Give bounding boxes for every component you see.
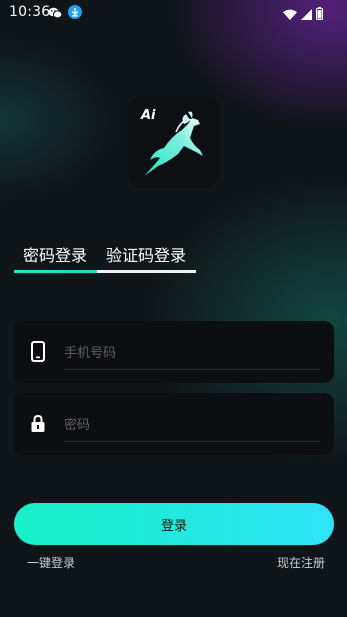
signal-icon: [301, 5, 312, 24]
wifi-icon: [283, 5, 297, 24]
status-bar: 10:36: [0, 0, 347, 24]
battery-icon: [316, 5, 323, 24]
one-click-login-link[interactable]: 一键登录: [27, 554, 75, 571]
password-input[interactable]: [64, 409, 319, 441]
tab-active-indicator: [14, 270, 97, 273]
phone-field-card: [14, 321, 334, 383]
phone-input[interactable]: [64, 337, 319, 369]
app-logo: Ai: [128, 96, 220, 188]
phone-icon: [29, 341, 47, 367]
deer-logo-icon: [144, 111, 203, 176]
tab-code-login[interactable]: 验证码登录: [106, 242, 186, 266]
login-button[interactable]: 登录: [14, 503, 334, 545]
password-field-divider: [64, 441, 320, 442]
login-tabs: 密码登录 验证码登录: [14, 240, 334, 276]
tab-password-login[interactable]: 密码登录: [23, 242, 87, 266]
register-link[interactable]: 现在注册: [277, 554, 325, 571]
status-right-icons: [283, 5, 323, 24]
download-icon: [68, 4, 82, 23]
status-time: 10:36: [9, 4, 51, 20]
tab-inactive-indicator: [97, 270, 196, 273]
password-field-card: [14, 393, 334, 455]
lock-icon: [29, 413, 47, 439]
wechat-icon: [48, 4, 63, 23]
status-left-icons: [48, 4, 82, 23]
phone-field-divider: [64, 369, 320, 370]
